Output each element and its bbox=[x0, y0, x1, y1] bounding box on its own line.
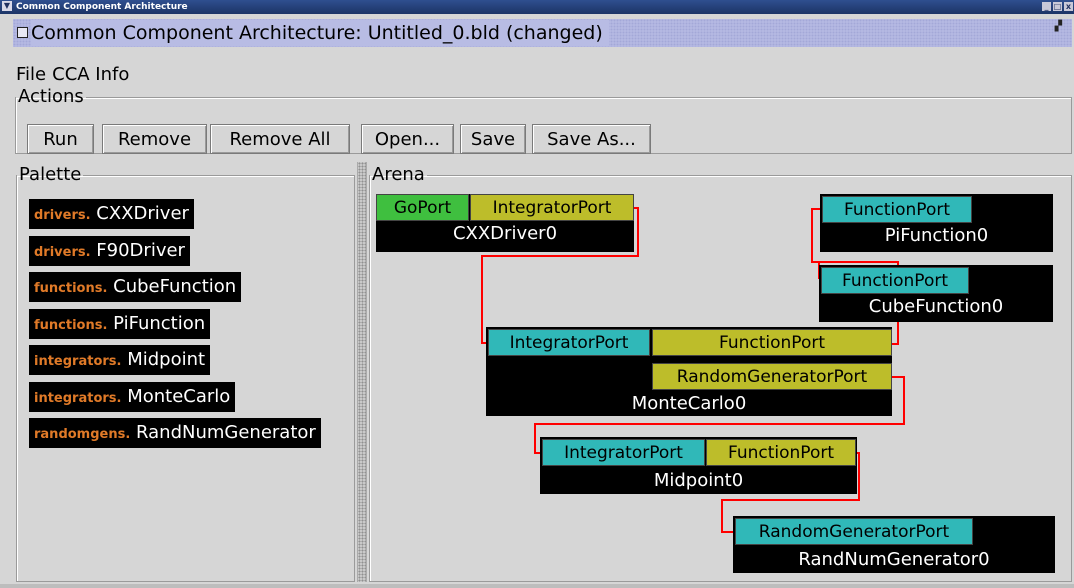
component-name: PiFunction0 bbox=[884, 225, 989, 246]
menubar: File CCA Info bbox=[13, 64, 132, 86]
window-box-icon[interactable] bbox=[17, 27, 28, 38]
palette-item-f90driver[interactable]: drivers. F90Driver bbox=[29, 236, 190, 266]
palette-package: integrators. bbox=[34, 354, 122, 369]
palette-legend: Palette bbox=[19, 164, 82, 185]
component-randnumgenerator0[interactable]: RandomGeneratorPort RandNumGenerator0 bbox=[733, 516, 1055, 573]
functionport-uses[interactable]: FunctionPort bbox=[706, 439, 856, 466]
palette-package: integrators. bbox=[34, 391, 122, 406]
palette-component: PiFunction bbox=[113, 313, 206, 334]
component-name: Midpoint0 bbox=[653, 470, 744, 491]
integratorport-uses[interactable]: IntegratorPort bbox=[470, 194, 634, 221]
palette-package: functions. bbox=[34, 281, 108, 296]
palette-component: MonteCarlo bbox=[127, 386, 231, 407]
component-name: CubeFunction0 bbox=[868, 296, 1004, 317]
splitter-handle[interactable] bbox=[357, 162, 367, 582]
palette-item-pifunction[interactable]: functions. PiFunction bbox=[29, 309, 211, 339]
component-cxxdriver0[interactable]: GoPort IntegratorPort CXXDriver0 bbox=[376, 194, 634, 252]
menu-cca-info[interactable]: CCA Info bbox=[49, 64, 132, 86]
randomgeneratorport-provides[interactable]: RandomGeneratorPort bbox=[735, 518, 973, 545]
component-pifunction0[interactable]: FunctionPort PiFunction0 bbox=[820, 194, 1053, 252]
palette-item-cubefunction[interactable]: functions. CubeFunction bbox=[29, 272, 242, 302]
app-title: Common Component Architecture: Untitled_… bbox=[31, 20, 609, 46]
palette-component: CXXDriver bbox=[96, 203, 189, 224]
run-button[interactable]: Run bbox=[27, 124, 94, 154]
palette-item-cxxdriver[interactable]: drivers. CXXDriver bbox=[29, 199, 194, 229]
resize-icon[interactable]: ▗▘ bbox=[1051, 21, 1066, 32]
component-midpoint0[interactable]: IntegratorPort FunctionPort Midpoint0 bbox=[540, 437, 857, 494]
palette-component: Midpoint bbox=[127, 349, 206, 370]
minimize-icon[interactable]: _ bbox=[1042, 2, 1051, 11]
component-name: RandNumGenerator0 bbox=[798, 549, 990, 570]
palette-item-montecarlo[interactable]: integrators. MonteCarlo bbox=[29, 382, 236, 412]
palette-package: functions. bbox=[34, 318, 108, 333]
functionport-uses[interactable]: FunctionPort bbox=[652, 329, 892, 356]
integratorport-provides[interactable]: IntegratorPort bbox=[542, 439, 705, 466]
save-as-button[interactable]: Save As... bbox=[532, 124, 651, 154]
close-icon[interactable]: x bbox=[1064, 2, 1073, 11]
component-cubefunction0[interactable]: FunctionPort CubeFunction0 bbox=[819, 265, 1053, 322]
functionport-provides[interactable]: FunctionPort bbox=[821, 267, 969, 294]
component-name: CXXDriver0 bbox=[452, 223, 558, 244]
palette-package: drivers. bbox=[34, 208, 91, 223]
actions-legend: Actions bbox=[18, 86, 84, 107]
palette-item-midpoint[interactable]: integrators. Midpoint bbox=[29, 345, 211, 375]
palette-item-randnumgenerator[interactable]: randomgens. RandNumGenerator bbox=[29, 418, 321, 448]
palette-component: F90Driver bbox=[96, 240, 185, 261]
window-bottom-border bbox=[0, 584, 1074, 588]
goport[interactable]: GoPort bbox=[376, 194, 469, 221]
remove-button[interactable]: Remove bbox=[102, 124, 207, 154]
randomgeneratorport-uses[interactable]: RandomGeneratorPort bbox=[652, 363, 892, 390]
component-name: MonteCarlo0 bbox=[631, 393, 747, 414]
maximize-icon[interactable]: □ bbox=[1053, 2, 1062, 11]
window-title: Common Component Architecture bbox=[16, 2, 188, 12]
functionport-provides[interactable]: FunctionPort bbox=[822, 196, 972, 223]
component-montecarlo0[interactable]: IntegratorPort FunctionPort RandomGenera… bbox=[486, 327, 892, 416]
palette-component: CubeFunction bbox=[113, 276, 237, 297]
palette-package: randomgens. bbox=[34, 427, 131, 442]
inner-titlebar[interactable]: Common Component Architecture: Untitled_… bbox=[13, 19, 1072, 47]
palette-package: drivers. bbox=[34, 245, 91, 260]
integratorport-provides[interactable]: IntegratorPort bbox=[488, 329, 650, 356]
window-menu-icon[interactable]: ▼ bbox=[2, 1, 12, 11]
save-button[interactable]: Save bbox=[460, 124, 526, 154]
palette-component: RandNumGenerator bbox=[136, 422, 316, 443]
window-titlebar[interactable]: ▼ Common Component Architecture _ □ x bbox=[0, 0, 1074, 14]
arena-legend: Arena bbox=[372, 164, 425, 185]
menu-file[interactable]: File bbox=[13, 64, 49, 86]
open-button[interactable]: Open... bbox=[361, 124, 454, 154]
remove-all-button[interactable]: Remove All bbox=[210, 124, 350, 154]
